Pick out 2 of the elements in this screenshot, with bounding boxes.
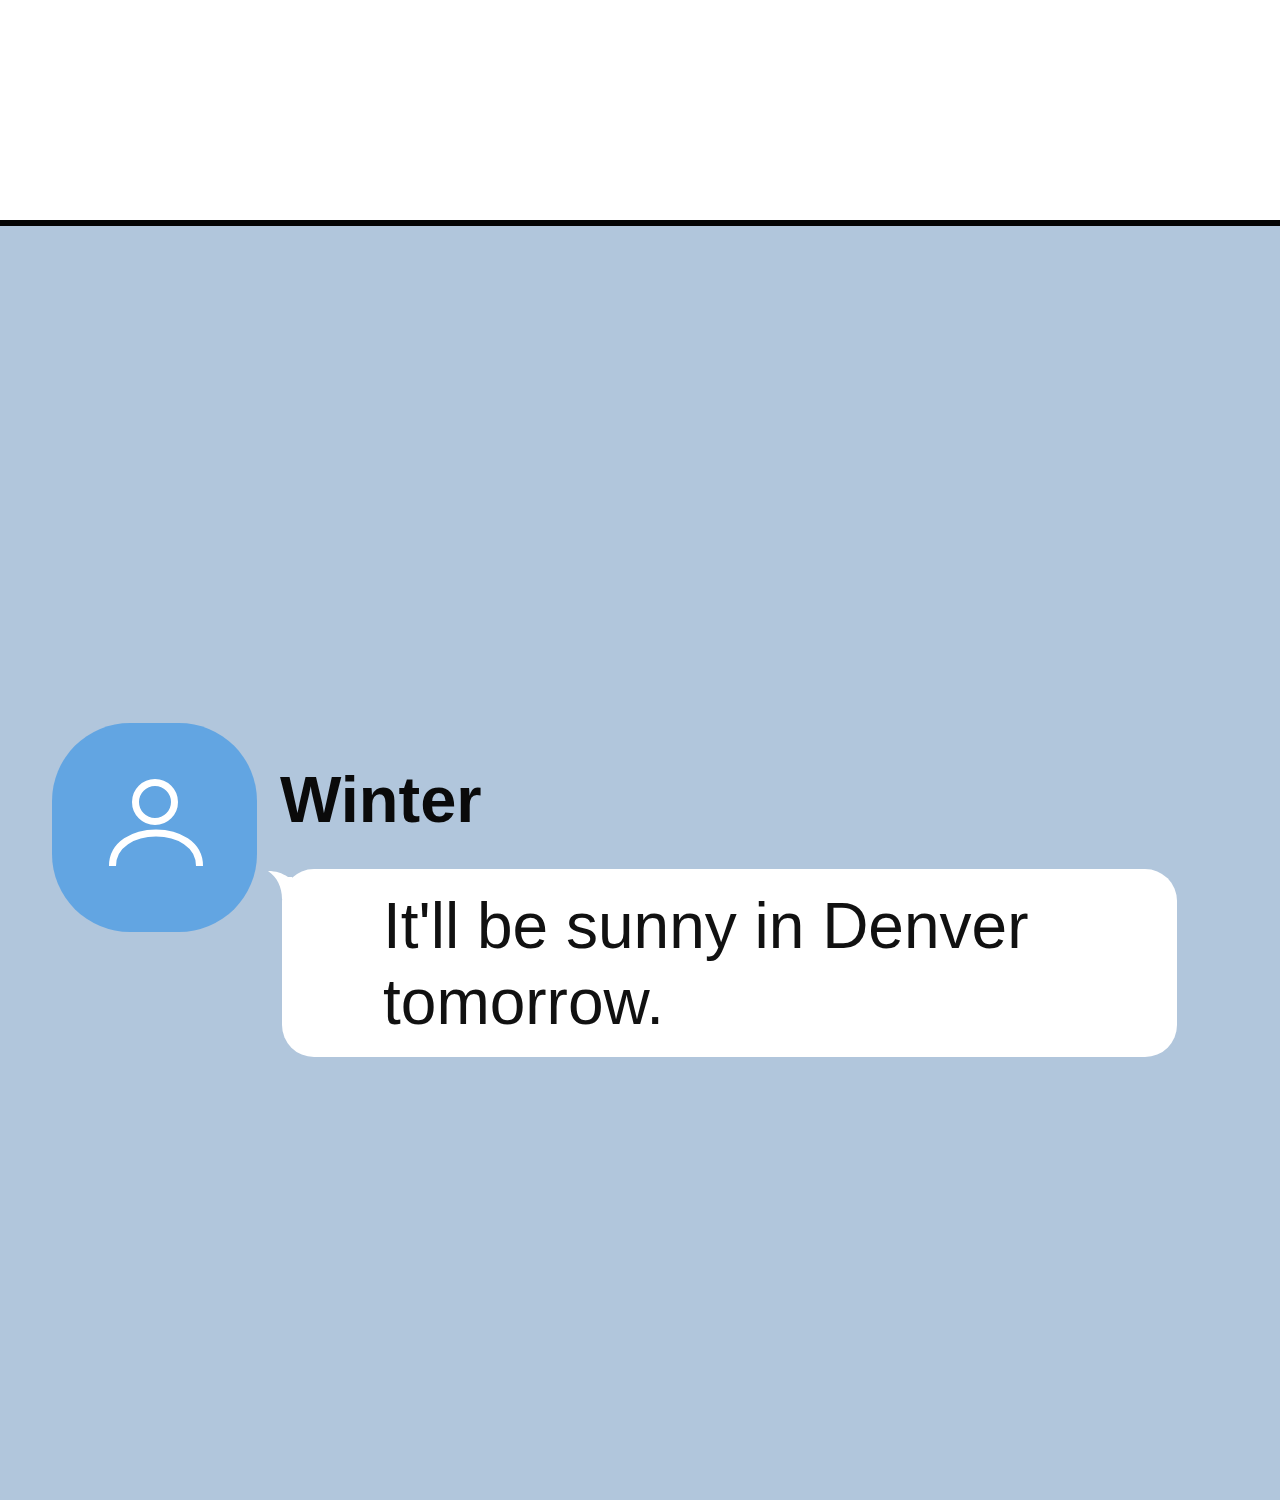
sender-name: Winter: [280, 767, 482, 832]
message-text: It'll be sunny in Denver tomorrow.: [383, 889, 1030, 1040]
